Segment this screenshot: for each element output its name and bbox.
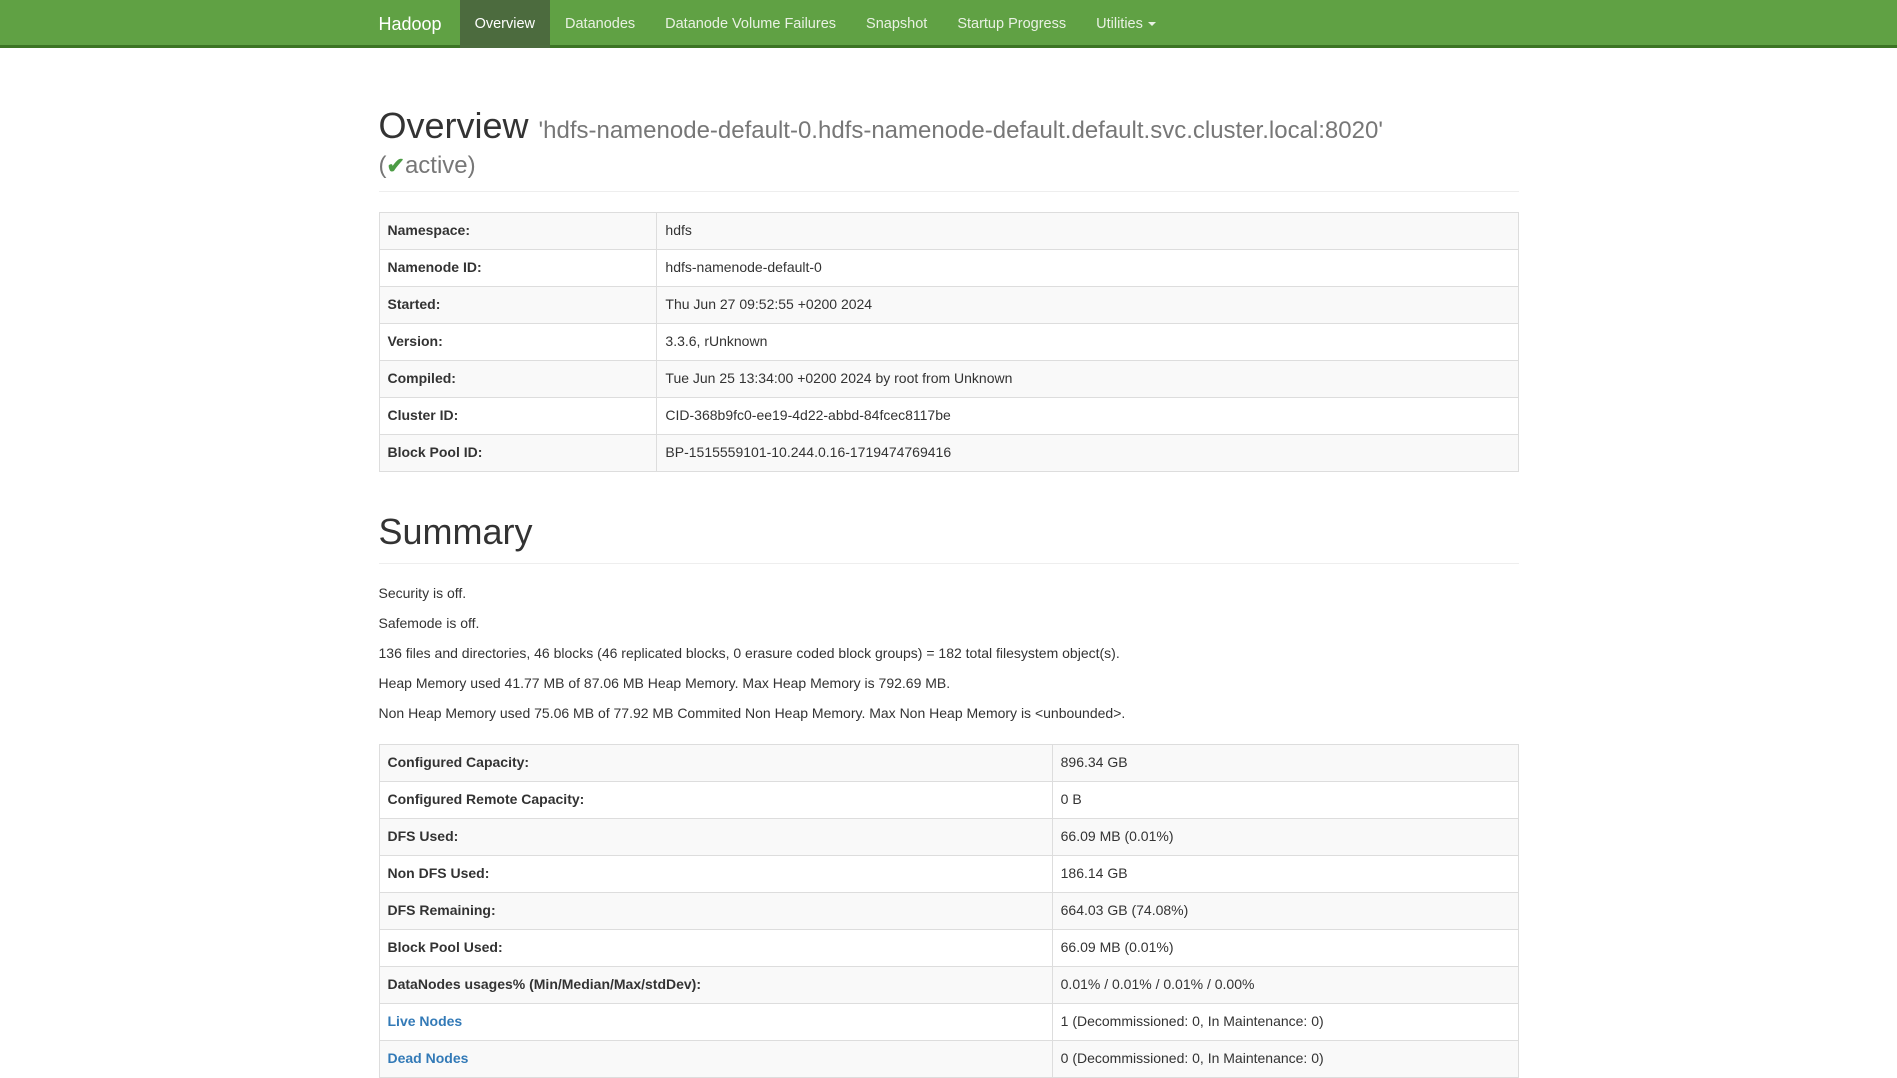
nav-item-datanode-volume-failures[interactable]: Datanode Volume Failures xyxy=(650,0,851,48)
table-row: Dead Nodes 0 (Decommissioned: 0, In Maint… xyxy=(379,1041,1518,1078)
namenode-address: 'hdfs-namenode-default-0.hdfs-namenode-d… xyxy=(539,117,1383,144)
page-title-text: Overview xyxy=(379,105,529,146)
table-row: Namespace:hdfs xyxy=(379,212,1518,249)
nav-item-label: Utilities xyxy=(1096,14,1156,35)
nav-item-label: Overview xyxy=(475,14,535,35)
nav-item-label: Startup Progress xyxy=(957,14,1066,35)
row-value: 0 B xyxy=(1052,782,1518,819)
namenode-info-table-body: Namespace:hdfsNamenode ID:hdfs-namenode-… xyxy=(379,212,1518,471)
live-nodes-link[interactable]: Live Nodes xyxy=(388,1013,463,1029)
table-row: Live Nodes 1 (Decommissioned: 0, In Maint… xyxy=(379,1004,1518,1041)
row-value: 186.14 GB xyxy=(1052,856,1518,893)
nav-item-datanodes[interactable]: Datanodes xyxy=(550,0,650,48)
nav-item-label: Snapshot xyxy=(866,14,927,35)
nav-item-utilities[interactable]: Utilities xyxy=(1081,0,1171,48)
row-label: DFS Used: xyxy=(379,819,1052,856)
table-row: Non DFS Used:186.14 GB xyxy=(379,856,1518,893)
nav-item-snapshot[interactable]: Snapshot xyxy=(851,0,942,48)
overview-header: Overview 'hdfs-namenode-default-0.hdfs-n… xyxy=(379,106,1519,192)
row-value: 0 (Decommissioned: 0, In Maintenance: 0) xyxy=(1052,1041,1518,1078)
row-value: 1 (Decommissioned: 0, In Maintenance: 0) xyxy=(1052,1004,1518,1041)
navbar-menu: Overview Datanodes Datanode Volume Failure… xyxy=(460,0,1171,48)
caret-down-icon xyxy=(1148,22,1156,26)
namenode-state: (✔active) xyxy=(379,153,1519,179)
row-label: DFS Remaining: xyxy=(379,893,1052,930)
row-value: 664.03 GB (74.08%) xyxy=(1052,893,1518,930)
main-content: Overview 'hdfs-namenode-default-0.hdfs-n… xyxy=(364,106,1534,1078)
table-row: Block Pool Used:66.09 MB (0.01%) xyxy=(379,930,1518,967)
page-title: Overview 'hdfs-namenode-default-0.hdfs-n… xyxy=(379,106,1519,179)
row-label: Started: xyxy=(379,286,657,323)
row-value: CID-368b9fc0-ee19-4d22-abbd-84fcec8117be xyxy=(657,397,1518,434)
row-value: Tue Jun 25 13:34:00 +0200 2024 by root f… xyxy=(657,360,1518,397)
nav-item-label: Datanode Volume Failures xyxy=(665,14,836,35)
table-row: Configured Capacity:896.34 GB xyxy=(379,745,1518,782)
nav-item-overview[interactable]: Overview xyxy=(460,0,550,48)
row-value: 896.34 GB xyxy=(1052,745,1518,782)
row-value: 3.3.6, rUnknown xyxy=(657,323,1518,360)
hadoop-brand: Hadoop xyxy=(379,0,460,48)
table-row: DataNodes usages% (Min/Median/Max/stdDev… xyxy=(379,967,1518,1004)
summary-lines: Security is off. Safemode is off. 136 file… xyxy=(379,584,1519,724)
row-label: Compiled: xyxy=(379,360,657,397)
table-row: Namenode ID:hdfs-namenode-default-0 xyxy=(379,249,1518,286)
row-label: Configured Capacity: xyxy=(379,745,1052,782)
row-label: Non DFS Used: xyxy=(379,856,1052,893)
capacity-table-body: Configured Capacity:896.34 GBConfigured … xyxy=(379,745,1518,1078)
row-label: Namespace: xyxy=(379,212,657,249)
table-row: DFS Used:66.09 MB (0.01%) xyxy=(379,819,1518,856)
summary-line: Non Heap Memory used 75.06 MB of 77.92 M… xyxy=(379,704,1519,724)
nav-item-label: Datanodes xyxy=(565,14,635,35)
nav-item-startup-progress[interactable]: Startup Progress xyxy=(942,0,1081,48)
row-value: 0.01% / 0.01% / 0.01% / 0.00% xyxy=(1052,967,1518,1004)
top-navbar: Hadoop Overview Datanodes Datanode Volume … xyxy=(0,0,1897,48)
row-label: Block Pool Used: xyxy=(379,930,1052,967)
summary-line: Heap Memory used 41.77 MB of 87.06 MB He… xyxy=(379,674,1519,694)
row-label: Block Pool ID: xyxy=(379,434,657,471)
table-row: Compiled:Tue Jun 25 13:34:00 +0200 2024 … xyxy=(379,360,1518,397)
row-value: BP-1515559101-10.244.0.16-1719474769416 xyxy=(657,434,1518,471)
table-row: Cluster ID:CID-368b9fc0-ee19-4d22-abbd-8… xyxy=(379,397,1518,434)
row-label: Version: xyxy=(379,323,657,360)
row-label: Namenode ID: xyxy=(379,249,657,286)
row-label: Live Nodes xyxy=(379,1004,1052,1041)
row-value: 66.09 MB (0.01%) xyxy=(1052,930,1518,967)
table-row: Started:Thu Jun 27 09:52:55 +0200 2024 xyxy=(379,286,1518,323)
row-value: 66.09 MB (0.01%) xyxy=(1052,819,1518,856)
capacity-table: Configured Capacity:896.34 GBConfigured … xyxy=(379,744,1519,1078)
table-row: DFS Remaining:664.03 GB (74.08%) xyxy=(379,893,1518,930)
summary-title: Summary xyxy=(379,512,1519,552)
table-row: Version:3.3.6, rUnknown xyxy=(379,323,1518,360)
summary-line: Security is off. xyxy=(379,584,1519,604)
namenode-info-table: Namespace:hdfsNamenode ID:hdfs-namenode-… xyxy=(379,212,1519,472)
row-value: Thu Jun 27 09:52:55 +0200 2024 xyxy=(657,286,1518,323)
row-value: hdfs-namenode-default-0 xyxy=(657,249,1518,286)
summary-header: Summary xyxy=(379,512,1519,565)
row-value: hdfs xyxy=(657,212,1518,249)
row-label: Cluster ID: xyxy=(379,397,657,434)
summary-line: Safemode is off. xyxy=(379,614,1519,634)
row-label: DataNodes usages% (Min/Median/Max/stdDev… xyxy=(379,967,1052,1004)
row-label: Dead Nodes xyxy=(379,1041,1052,1078)
summary-line: 136 files and directories, 46 blocks (46… xyxy=(379,644,1519,664)
row-label: Configured Remote Capacity: xyxy=(379,782,1052,819)
table-row: Configured Remote Capacity:0 B xyxy=(379,782,1518,819)
check-icon: ✔ xyxy=(387,153,405,178)
dead-nodes-link[interactable]: Dead Nodes xyxy=(388,1050,469,1066)
table-row: Block Pool ID:BP-1515559101-10.244.0.16-… xyxy=(379,434,1518,471)
